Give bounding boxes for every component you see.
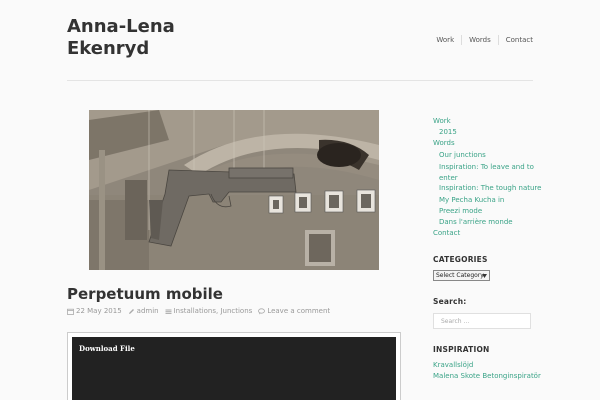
categories-dropdown-value: Select Category (436, 272, 484, 279)
sidebar-page-inspiration-leave[interactable]: Inspiration: To leave and to enter (439, 162, 535, 184)
inspiration-heading: INSPIRATION (433, 345, 490, 354)
sidebar-page-arriere-monde[interactable]: Dans l'arrière monde (439, 218, 513, 227)
sidebar-page-words[interactable]: Words (433, 139, 455, 148)
categories-heading: CATEGORIES (433, 255, 488, 264)
site-title-line1[interactable]: Anna-Lena (67, 16, 247, 38)
featured-image[interactable] (89, 110, 379, 270)
post-title[interactable]: Perpetuum mobile (67, 284, 223, 304)
leave-comment-link[interactable]: Leave a comment (267, 307, 330, 315)
post-author-meta: admin (128, 307, 159, 315)
categories-dropdown[interactable]: Select Category (433, 270, 490, 281)
sidebar-page-pecha-kucha[interactable]: My Pecha Kucha in Preezi mode (439, 195, 519, 217)
site-title[interactable]: Anna-Lena Ekenryd (67, 16, 247, 60)
post-categories-meta: Installations, Junctions (165, 307, 253, 315)
search-heading: Search: (433, 297, 467, 306)
post-meta: 22 May 2015 admin Installations, Junctio… (67, 307, 336, 315)
chevron-down-icon (482, 274, 487, 278)
calendar-icon (67, 308, 74, 315)
download-viewer: Download File (72, 337, 396, 400)
nav-divider (497, 35, 499, 45)
nav-contact[interactable]: Contact (506, 36, 533, 44)
search-input[interactable]: Search ... (433, 313, 531, 329)
page: Anna-Lena Ekenryd Work Words Contact Per… (0, 0, 600, 400)
nav-work[interactable]: Work (436, 36, 454, 44)
inspiration-link-kravallslojd[interactable]: Kravallslöjd (433, 361, 473, 370)
download-embed: Download File (67, 332, 401, 400)
gun-installation-photo (89, 110, 379, 270)
site-title-line2[interactable]: Ekenryd (67, 38, 247, 60)
post-date-meta: 22 May 2015 (67, 307, 122, 315)
nav-words[interactable]: Words (469, 36, 491, 44)
comment-icon (258, 307, 266, 314)
post-categories[interactable]: Installations, Junctions (174, 307, 253, 315)
post-comments-meta: Leave a comment (258, 307, 330, 315)
nav-divider (461, 35, 463, 45)
pencil-icon (128, 308, 134, 314)
header-divider (67, 80, 533, 81)
sidebar-page-work[interactable]: Work (433, 117, 451, 126)
sidebar-page-our-junctions[interactable]: Our junctions (439, 151, 486, 160)
search-placeholder: Search ... (441, 317, 470, 325)
download-file-link[interactable]: Download File (79, 344, 135, 353)
main-nav: Work Words Contact (436, 35, 533, 45)
inspiration-link-malena-skote[interactable]: Malena Skote Betonginspiratör (433, 372, 541, 381)
sidebar-page-inspiration-tough[interactable]: Inspiration: The tough nature (439, 184, 541, 193)
sidebar-page-2015[interactable]: 2015 (439, 128, 457, 137)
post-author[interactable]: admin (137, 307, 159, 315)
sidebar-page-contact[interactable]: Contact (433, 229, 460, 238)
folder-icon (165, 309, 172, 314)
post-date[interactable]: 22 May 2015 (76, 307, 122, 315)
